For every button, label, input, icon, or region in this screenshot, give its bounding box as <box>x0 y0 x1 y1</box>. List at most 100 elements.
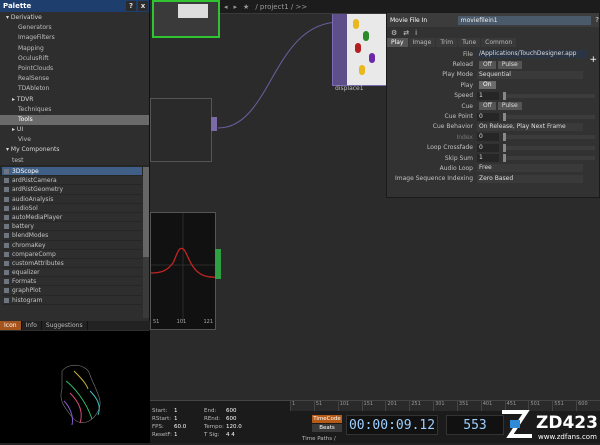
param-value[interactable]: On <box>479 81 496 90</box>
tab-icon[interactable]: Icon <box>0 321 22 330</box>
setting-value[interactable]: 1 <box>174 431 204 439</box>
component-item[interactable]: ardRistCamera <box>2 176 142 186</box>
timecode-toggle[interactable]: TimeCode <box>312 415 342 423</box>
component-item[interactable]: Formats <box>2 277 142 287</box>
pulse-button[interactable]: Pulse <box>497 102 522 111</box>
setting-value[interactable]: 4 4 <box>226 431 256 439</box>
node-middle[interactable] <box>150 98 217 162</box>
param-value[interactable]: 0 <box>477 133 499 142</box>
setting-value[interactable]: 600 <box>226 407 256 415</box>
component-item[interactable]: audioSol <box>2 204 142 213</box>
tree-item[interactable]: ▾ My Components <box>0 145 149 155</box>
param-value[interactable]: On Release, Play Next Frame <box>477 122 583 131</box>
component-item[interactable]: battery <box>2 222 142 232</box>
forward-icon[interactable]: ▸ <box>234 3 238 11</box>
logo-graphic: ZD423 www.zdfans.com <box>502 410 598 441</box>
param-tab[interactable]: Trim <box>436 38 458 47</box>
tree-item[interactable]: PointClouds <box>0 64 149 74</box>
param-value[interactable]: Zero Based <box>477 174 583 183</box>
info-i-icon[interactable]: i <box>415 29 417 37</box>
star-icon[interactable]: ★ <box>243 3 249 11</box>
palette-header: Palette ? x <box>0 0 149 12</box>
param-slider[interactable] <box>503 112 595 121</box>
tree-item[interactable]: OculusRift <box>0 54 149 64</box>
param-row: Cue Off Pulse <box>387 101 599 111</box>
tree-item[interactable]: Techniques <box>0 105 149 115</box>
component-item[interactable]: chromaKey <box>2 241 142 250</box>
chop-chart-node[interactable]: 51 101 121 <box>150 212 221 330</box>
tab-suggestions[interactable]: Suggestions <box>42 321 88 330</box>
component-item[interactable]: 3DScope <box>2 167 142 177</box>
param-value[interactable]: Free <box>477 164 583 173</box>
param-tab[interactable]: Play <box>387 38 408 47</box>
param-tab[interactable]: Tune <box>458 38 481 47</box>
component-item[interactable]: blendModes <box>2 231 142 241</box>
param-slider[interactable] <box>503 133 595 142</box>
displace-node[interactable]: displace1 <box>332 12 388 92</box>
add-icon[interactable]: + <box>589 55 597 65</box>
info-icon[interactable]: ? <box>595 16 599 24</box>
setting-value[interactable]: 600 <box>226 415 256 423</box>
help-button[interactable]: ? <box>126 1 136 11</box>
component-item[interactable]: ardRistGeometry <box>2 185 142 195</box>
param-value[interactable]: 1 <box>477 91 499 100</box>
tree-item[interactable]: Tools <box>0 114 149 126</box>
param-slider[interactable] <box>503 143 595 152</box>
param-value[interactable]: 0 <box>477 143 499 152</box>
param-tab[interactable]: Common <box>481 38 517 47</box>
param-label: Loop Crossfade <box>426 144 473 152</box>
tree-item[interactable]: ▸ TDVR <box>0 95 149 105</box>
tree-item[interactable]: ▾ Derivative <box>0 13 149 23</box>
tree-item[interactable]: TDAbleton <box>0 84 149 94</box>
tree-item-label: My Components <box>10 146 60 154</box>
beats-toggle[interactable]: Beats <box>312 424 342 432</box>
tab-info[interactable]: Info <box>22 321 42 330</box>
close-button[interactable]: x <box>138 1 148 11</box>
param-value[interactable]: /Applications/TouchDesigner.app <box>477 50 587 59</box>
param-value[interactable]: Off <box>479 60 496 69</box>
param-tab[interactable]: Image <box>408 38 436 47</box>
back-icon[interactable]: ◂ <box>224 3 228 11</box>
component-item[interactable]: compareComp <box>2 250 142 259</box>
component-item[interactable]: graphPlot <box>2 286 142 296</box>
param-value[interactable]: 0 <box>477 112 499 121</box>
network-path[interactable]: / project1 / >> <box>255 3 307 11</box>
setting-value[interactable]: 120.0 <box>226 423 256 431</box>
param-slider[interactable] <box>503 91 595 100</box>
compare-icon[interactable]: ⇄ <box>403 29 409 37</box>
component-item[interactable]: autoMediaPlayer <box>2 213 142 223</box>
timecode-display[interactable]: 00:00:09.12 <box>346 415 438 435</box>
component-item[interactable]: customAttributes <box>2 259 142 269</box>
time-settings: Start: 1 End: 600 RStart: 1 REnd: 600 FPS: 60.0 Te… <box>152 407 286 443</box>
viewer-node-top[interactable] <box>152 0 220 38</box>
param-value[interactable]: 1 <box>477 154 499 163</box>
tree-item-label: PointClouds <box>18 64 54 72</box>
param-value[interactable]: Off <box>479 102 496 111</box>
param-value[interactable]: Sequential <box>477 70 583 79</box>
tree-item[interactable]: Mapping <box>0 44 149 54</box>
ruler-tick: 351 <box>456 401 481 411</box>
tree-item-label: Vive <box>18 136 31 144</box>
component-item[interactable]: histogram <box>2 296 142 305</box>
tree-item-label: Tools <box>18 115 33 123</box>
pulse-button[interactable]: Pulse <box>497 60 522 69</box>
param-header: Movie File In moviefilein1 ? <box>387 13 599 27</box>
setting-value[interactable]: 60.0 <box>174 423 204 431</box>
component-item[interactable]: equalizer <box>2 268 142 278</box>
tree-item[interactable]: RealSense <box>0 74 149 84</box>
tree-item[interactable]: ImageFilters <box>0 33 149 43</box>
scrollbar-thumb[interactable] <box>143 167 149 257</box>
tree-item-label: ImageFilters <box>18 34 55 42</box>
param-slider[interactable] <box>503 154 595 163</box>
gear-icon[interactable]: ⚙ <box>391 29 397 37</box>
setting-value[interactable]: 1 <box>174 407 204 415</box>
op-name-field[interactable]: moviefilein1 <box>457 15 592 25</box>
tree-item[interactable]: Vive <box>0 135 149 145</box>
tree-item[interactable]: Generators <box>0 23 149 33</box>
component-item[interactable]: audioAnalysis <box>2 195 142 204</box>
param-label: Play <box>460 81 473 89</box>
tree-item-label: test <box>12 156 24 164</box>
tree-item[interactable]: ▸ UI <box>0 125 149 135</box>
setting-value[interactable]: 1 <box>174 415 204 423</box>
param-row: Audio Loop Free <box>387 163 599 173</box>
